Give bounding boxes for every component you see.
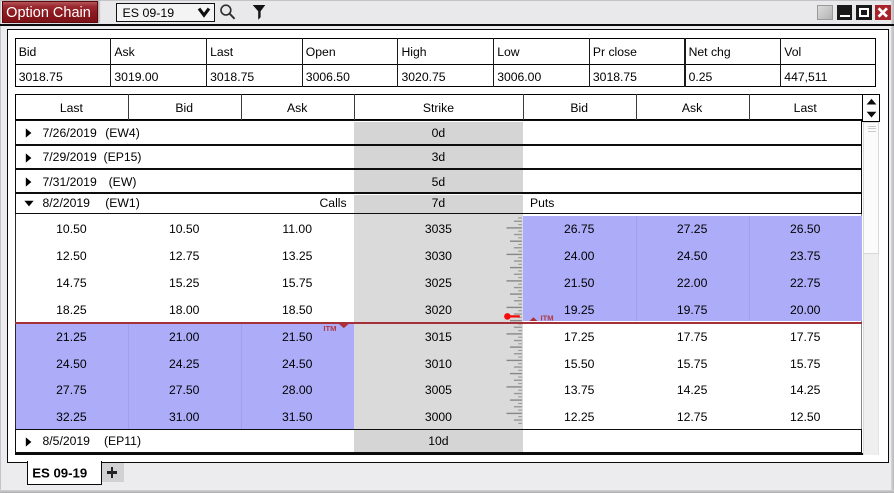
svg-text:ITM: ITM <box>323 324 336 333</box>
svg-text:ITM: ITM <box>541 314 554 321</box>
